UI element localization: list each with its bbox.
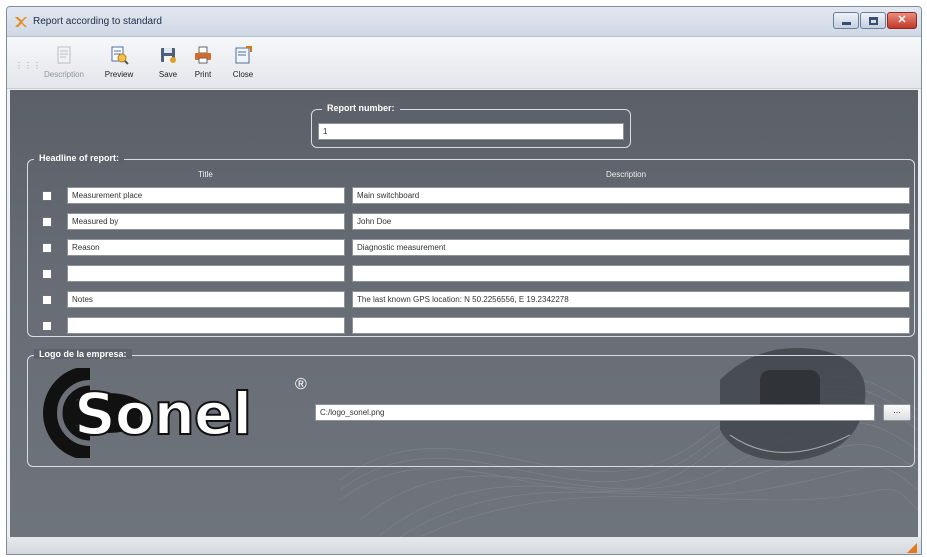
report-number-group: Report number: 1 xyxy=(311,103,631,148)
headline-legend: Headline of report: xyxy=(34,153,125,163)
document-icon xyxy=(57,46,71,64)
print-button[interactable]: Print xyxy=(189,45,217,79)
title-input[interactable]: Measured by xyxy=(67,213,345,230)
registered-mark: ® xyxy=(295,376,307,393)
preview-button[interactable]: Preview xyxy=(99,45,139,79)
description-column-header: Description xyxy=(606,170,647,179)
window-controls: ✕ xyxy=(833,12,917,29)
description-input[interactable]: Diagnostic measurement xyxy=(352,239,910,256)
title-input[interactable]: Measurement place xyxy=(67,187,345,204)
maximize-icon xyxy=(869,17,878,25)
row-checkbox[interactable] xyxy=(42,321,52,331)
save-button-label: Save xyxy=(158,70,178,79)
window-title: Report according to standard xyxy=(33,16,162,27)
description-input[interactable]: Main switchboard xyxy=(352,187,910,204)
toolbar: ⋮⋮⋮ Description Preview Save Print Close xyxy=(7,37,921,89)
logo-group: Logo de la empresa: Sonel ® C:/logo_sone… xyxy=(27,349,915,467)
close-button[interactable]: Close xyxy=(229,45,257,79)
row-checkbox[interactable] xyxy=(42,217,52,227)
logo-path-input[interactable]: C:/logo_sonel.png xyxy=(315,404,875,421)
browse-button[interactable]: ... xyxy=(883,404,911,421)
logo-legend: Logo de la empresa: xyxy=(34,349,132,359)
preview-icon xyxy=(111,46,129,65)
description-input[interactable]: The last known GPS location: N 50.225655… xyxy=(352,291,910,308)
headline-group: Headline of report: Title Description Me… xyxy=(27,153,915,337)
resize-grip-icon[interactable] xyxy=(907,543,917,553)
close-icon: ✕ xyxy=(897,14,907,26)
title-input[interactable]: Reason xyxy=(67,239,345,256)
row-checkbox[interactable] xyxy=(42,295,52,305)
minimize-button[interactable] xyxy=(833,12,859,29)
print-button-label: Print xyxy=(194,70,212,79)
save-button[interactable]: Save xyxy=(154,45,182,79)
title-input[interactable]: Notes xyxy=(67,291,345,308)
row-checkbox[interactable] xyxy=(42,269,52,279)
logo-wordmark: Sonel xyxy=(73,379,253,449)
report-number-legend: Report number: xyxy=(322,103,400,113)
description-button[interactable]: Description xyxy=(37,45,91,79)
title-bar[interactable]: Report according to standard ✕ xyxy=(7,7,921,37)
title-input[interactable] xyxy=(67,317,345,334)
main-panel: Report number: 1 Headline of report: Tit… xyxy=(10,90,918,537)
report-number-input[interactable]: 1 xyxy=(318,123,624,140)
title-column-header: Title xyxy=(198,170,213,179)
preview-button-label: Preview xyxy=(104,70,134,79)
row-checkbox[interactable] xyxy=(42,243,52,253)
maximize-button[interactable] xyxy=(860,12,886,29)
close-window-button[interactable]: ✕ xyxy=(887,12,917,29)
description-input[interactable] xyxy=(352,265,910,282)
printer-icon xyxy=(195,46,211,64)
close-button-label: Close xyxy=(232,70,254,79)
company-logo: Sonel ® xyxy=(40,368,320,458)
minimize-icon xyxy=(842,22,851,25)
title-input[interactable] xyxy=(67,265,345,282)
app-icon xyxy=(15,17,27,27)
description-input[interactable] xyxy=(352,317,910,334)
report-window: Report according to standard ✕ ⋮⋮⋮ Descr… xyxy=(6,6,922,555)
description-button-label: Description xyxy=(43,70,84,79)
status-bar xyxy=(7,537,921,554)
save-icon xyxy=(161,48,176,63)
close-document-icon xyxy=(235,46,252,64)
description-input[interactable]: John Doe xyxy=(352,213,910,230)
row-checkbox[interactable] xyxy=(42,191,52,201)
